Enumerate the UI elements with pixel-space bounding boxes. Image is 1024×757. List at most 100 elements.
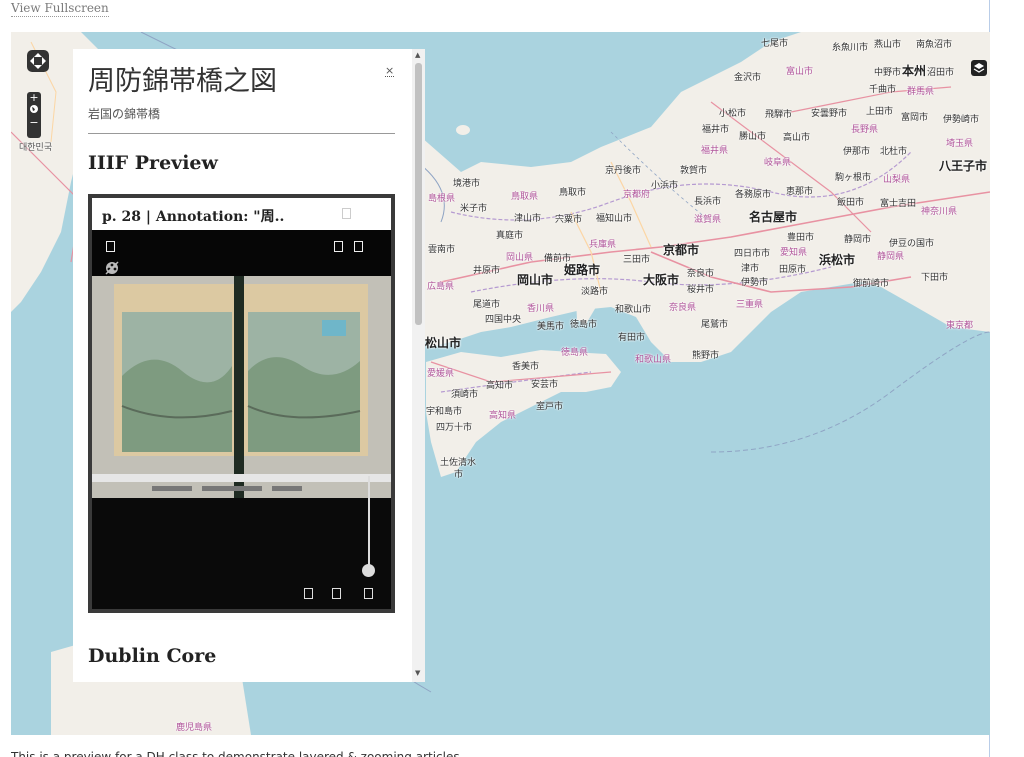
pan-right-icon[interactable] [42,57,50,65]
map-label-ena: 恵那市 [786,187,814,197]
panel-close-button[interactable]: × [385,65,395,77]
map-label-hiroshima: 広島県 [427,282,455,292]
pan-up-icon[interactable] [34,49,42,57]
map-label-nara: 奈良市 [687,269,715,279]
map-label-onomichi: 尾道市 [473,300,501,310]
layer-switcher-icon[interactable] [971,60,987,76]
iiif-viewer-canvas[interactable]: p. 28 | Annotation: "周.. [92,198,391,609]
pan-down-icon[interactable] [34,65,42,73]
map-label-itoigawa: 糸魚川市 [832,43,869,53]
map-label-takayama: 高山市 [783,133,811,143]
iiif-viewer[interactable]: p. 28 | Annotation: "周.. [88,194,395,613]
map-label-muroto: 室戸市 [536,402,564,412]
viewer-zoom-slider-knob[interactable] [362,564,375,577]
map-label-saitama: 埼玉県 [946,139,974,149]
page-bottom-text: This is a preview for a DH class to demo… [11,750,460,757]
panel-subtitle: 岩国の錦帯橋 [88,107,161,121]
map-label-wakayama-w: 和歌山市 [615,305,652,315]
map-label-shikokuchuo: 四国中央 [485,315,522,325]
film-reel-icon[interactable] [104,260,120,276]
map-label-hida: 飛騨市 [765,110,793,120]
viewer-fullscreen-icon[interactable] [106,241,115,252]
map-label-gifu: 岐阜県 [764,158,792,168]
map-label-shimane: 島根県 [428,194,456,204]
map-label-ina: 伊那市 [843,147,871,157]
map-label-kyoto: 京都市 [663,243,700,257]
map-label-kochi: 高知市 [486,381,514,391]
map-label-okayama-pref: 岡山県 [506,253,534,263]
map-label-ibara: 井原市 [473,266,501,276]
map-label-himeji: 姫路市 [564,263,601,277]
map-label-arida: 有田市 [618,333,646,343]
map-label-okayama: 岡山市 [517,273,554,287]
map-label-tsuruga: 敦賀市 [680,166,708,176]
map-label-fukui-pref: 福井県 [701,146,729,156]
map-label-mima: 美馬市 [537,322,565,332]
zoom-out-icon[interactable]: − [27,117,41,129]
view-fullscreen-link[interactable]: View Fullscreen [11,0,109,17]
viewer-next-icon[interactable] [354,241,363,252]
map-label-shizuoka-pref: 静岡県 [877,252,905,262]
map-label-hyogo: 兵庫県 [589,240,617,250]
map-label-aki: 安芸市 [531,380,559,390]
viewer-rotate-left-icon[interactable] [304,588,313,599]
map-label-nanao: 七尾市 [761,39,789,49]
map-label-gunma: 群馬県 [907,87,935,97]
map-label-yamanashi: 山梨県 [883,175,911,185]
map-zoom-control[interactable]: + − [27,92,41,138]
dublin-core-heading: Dublin Core [88,645,217,667]
map-label-awaji: 淡路市 [581,287,609,297]
map-label-kami: 香美市 [512,362,540,372]
map-label-kanagawa: 神奈川県 [921,207,958,217]
map-label-toyota: 豊田市 [787,233,815,243]
map-label-matsuyama: 松山市 [425,336,462,350]
map-label-kagawa: 香川県 [527,304,555,314]
scroll-up-icon[interactable]: ▲ [415,51,420,59]
map-label-iida: 飯田市 [837,198,865,208]
panel-title: 周防錦帯橋之図 [88,66,277,97]
map-label-hamamatsu: 浜松市 [819,253,856,267]
map-label-mitsuke: 燕山市 [874,40,902,50]
map-pan-control[interactable] [27,50,49,72]
map-label-yonago: 米子市 [460,204,488,214]
iiif-preview-heading: IIIF Preview [88,152,218,174]
narrative-panel[interactable]: 周防錦帯橋之図 × 岩国の錦帯橋 IIIF Preview p. 28 | An… [73,49,425,682]
map-label-osaka: 大阪市 [643,273,680,287]
map-label-kyotango: 京丹後市 [605,166,642,176]
viewer-dark-area [92,498,391,609]
map-label-numata: 沼田市 [927,68,955,78]
viewer-header-icon[interactable] [342,208,351,219]
panel-divider [88,133,395,134]
pan-left-icon[interactable] [26,57,34,65]
map-label-kagoshima: 鹿児島県 [176,723,213,733]
map-label-tosashimizu-suffix: 市 [454,470,464,480]
map-label-tottori: 鳥取市 [559,188,587,198]
map-label-yokkaichi: 四日市市 [734,249,771,259]
panel-scrollbar[interactable]: ▲ ▼ [412,49,425,682]
map-label-shiga: 滋賀県 [694,215,722,225]
viewer-zoom-slider-track[interactable] [368,476,370,570]
map-label-sakaiminato: 境港市 [453,179,481,189]
map-label-azumino: 安曇野市 [811,109,848,119]
viewer-home-icon[interactable] [364,588,373,599]
zoom-in-icon[interactable]: + [27,92,41,104]
map-label-sanda: 三田市 [623,255,651,265]
map-label-kyoto-pref: 京都府 [623,190,651,200]
map-label-wakayama-pref: 和歌山県 [635,355,672,365]
map-label-maniwa: 真庭市 [496,231,524,241]
map-label-nakanoshi: 中野市 [874,68,902,78]
book-page-image[interactable] [92,276,391,498]
map-label-tsu: 津市 [741,264,760,274]
map-label-fujiyoshida: 富士吉田 [880,199,917,209]
map-label-fukuchiyama: 福知山市 [596,214,633,224]
viewer-rotate-right-icon[interactable] [332,588,341,599]
map-label-uwajima: 宇和島市 [426,407,463,417]
panel-scrollbar-thumb[interactable] [415,63,422,325]
map-label-ueda: 上田市 [866,107,894,117]
scroll-down-icon[interactable]: ▼ [415,669,420,677]
map-label-nagano: 長野県 [851,125,879,135]
map-label-katsuyama: 勝山市 [739,132,767,142]
viewer-prev-icon[interactable] [334,241,343,252]
map-label-nara-pref: 奈良県 [669,303,697,313]
map-label-shiso: 宍粟市 [555,215,583,225]
